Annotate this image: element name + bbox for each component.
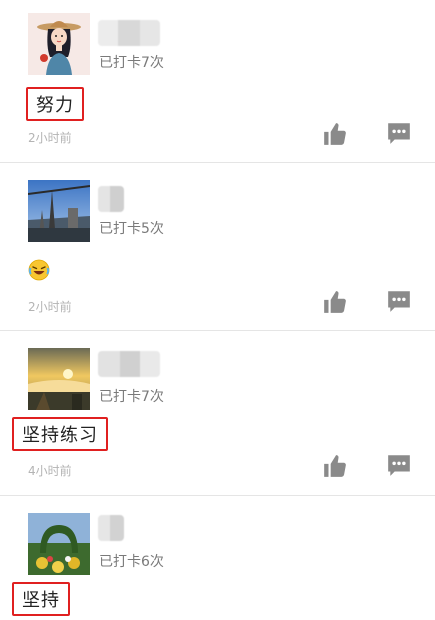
- post-card-4: 已打卡6次 坚持: [0, 496, 435, 620]
- post-content: 努力: [26, 87, 84, 121]
- username-blurred[interactable]: [98, 20, 160, 46]
- avatar[interactable]: [28, 513, 90, 575]
- post-time: 2小时前: [28, 131, 72, 145]
- post-time: 4小时前: [28, 464, 72, 478]
- avatar[interactable]: [28, 348, 90, 410]
- thumbs-up-icon[interactable]: [322, 121, 348, 147]
- checkin-count: 已打卡7次: [99, 55, 164, 71]
- avatar[interactable]: [28, 13, 90, 75]
- username-blurred[interactable]: [98, 515, 124, 541]
- comment-icon[interactable]: [386, 288, 412, 314]
- avatar[interactable]: [28, 180, 90, 242]
- post-card-1: 已打卡7次 努力 2小时前: [0, 0, 435, 163]
- post-content: 坚持: [12, 582, 70, 616]
- thumbs-up-icon[interactable]: [322, 289, 348, 315]
- comment-icon[interactable]: [386, 452, 412, 478]
- post-time: 2小时前: [28, 300, 72, 314]
- post-card-2: 已打卡5次 2小时前: [0, 163, 435, 331]
- thumbs-up-icon[interactable]: [322, 453, 348, 479]
- post-content: 坚持练习: [12, 417, 108, 451]
- comment-icon[interactable]: [386, 120, 412, 146]
- post-card-3: 已打卡7次 坚持练习 4小时前: [0, 331, 435, 496]
- laughing-emoji: [28, 259, 50, 281]
- checkin-count: 已打卡5次: [99, 221, 164, 237]
- checkin-count: 已打卡7次: [99, 389, 164, 405]
- checkin-count: 已打卡6次: [99, 554, 164, 570]
- username-blurred[interactable]: [98, 186, 124, 212]
- username-blurred[interactable]: [98, 351, 160, 377]
